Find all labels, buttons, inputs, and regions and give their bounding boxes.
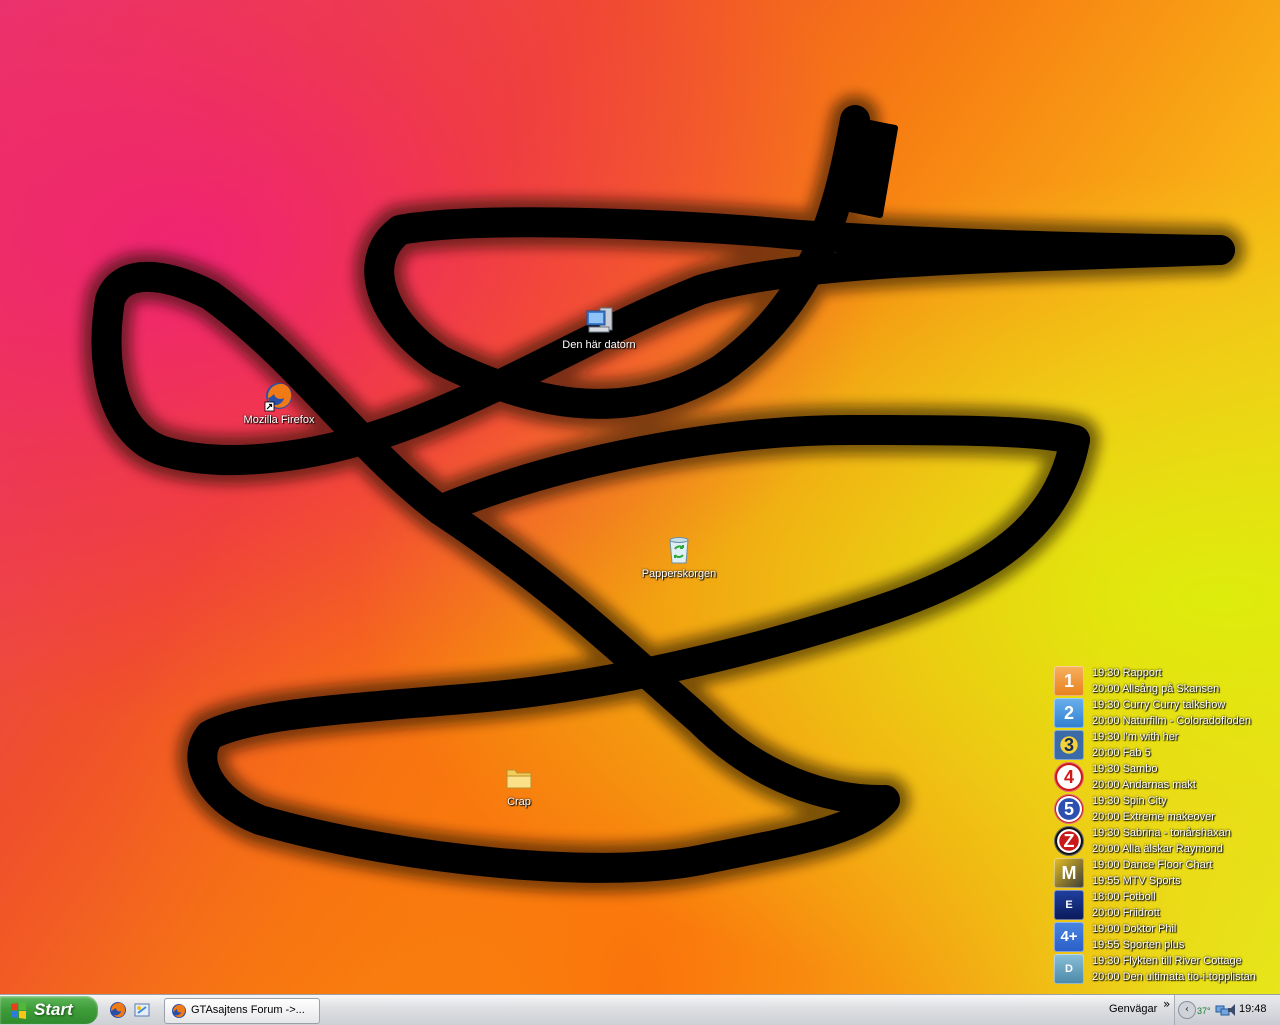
tv-program: 20:00 Fab 5 (1092, 747, 1151, 759)
start-button[interactable]: Start (0, 996, 98, 1024)
tv-program: 20:00 Friidrott (1092, 907, 1160, 919)
tv-guide-widget: 1 19:30 Rapport 20:00 Allsång på Skansen… (1054, 665, 1280, 985)
channel-logo-icon: E (1054, 890, 1084, 920)
shortcuts-toolbar-label[interactable]: Genvägar (1109, 1003, 1157, 1015)
channel-logo-icon: 4 (1054, 762, 1084, 792)
tv-program: 20:00 Andarnas makt (1092, 779, 1196, 791)
channel-logo-icon: Z (1054, 826, 1084, 856)
tv-channel[interactable]: 4+ 19:00 Doktor Phil 19:55 Sporten plus (1054, 921, 1280, 953)
tv-channel[interactable]: 4 19:30 Sambo 20:00 Andarnas makt (1054, 761, 1280, 793)
clock[interactable]: 19:48 (1239, 1003, 1267, 1015)
desktop-icon-my-computer[interactable]: Den här datorn (554, 305, 644, 351)
firefox-icon (172, 1004, 186, 1018)
tv-channel[interactable]: D 19:30 Flykten till River Cottage 20:00… (1054, 953, 1280, 985)
firefox-quicklaunch-icon[interactable] (109, 1001, 127, 1019)
tv-channel[interactable]: 2 19:30 Curry Curry talkshow 20:00 Natur… (1054, 697, 1280, 729)
tv-channel[interactable]: E 18:00 Fotboll 20:00 Friidrott (1054, 889, 1280, 921)
svg-text:37°: 37° (1197, 1006, 1211, 1016)
start-label: Start (34, 1000, 73, 1019)
channel-logo-icon: M (1054, 858, 1084, 888)
windows-logo-icon (11, 1002, 26, 1019)
taskbar-button-firefox-window[interactable]: GTAsajtens Forum ->... (164, 998, 320, 1024)
tv-program: 19:30 Spin City (1092, 795, 1167, 807)
tv-program: 20:00 Naturfilm - Coloradofloden (1092, 715, 1251, 727)
show-hidden-icons-button[interactable]: ‹ (1178, 1001, 1196, 1019)
tv-program: 19:00 Doktor Phil (1092, 923, 1177, 935)
desktop-icon-label: Crap (507, 796, 531, 808)
tv-program: 19:00 Dance Floor Chart (1092, 859, 1213, 871)
tv-channel[interactable]: 3 19:30 I'm with her 20:00 Fab 5 (1054, 729, 1280, 761)
tv-program: 19:30 Sambo (1092, 763, 1158, 775)
desktop[interactable]: Mozilla Firefox Den här datorn Pappersko… (0, 0, 1280, 994)
firefox-icon (263, 380, 295, 412)
temperature-tray-icon[interactable]: 37° (1197, 1002, 1213, 1018)
channel-logo-icon: D (1054, 954, 1084, 984)
recycle-bin-icon (663, 534, 695, 566)
tv-program: 20:00 Allsång på Skansen (1092, 683, 1220, 695)
volume-tray-icon[interactable] (1227, 1002, 1237, 1018)
channel-logo-icon: 1 (1054, 666, 1084, 696)
channel-logo-icon: 2 (1054, 698, 1084, 728)
tv-program: 19:30 Sabrina - tonårshäxan (1092, 827, 1231, 839)
desktop-icon-label: Mozilla Firefox (243, 414, 315, 426)
desktop-icon-label: Papperskorgen (641, 568, 717, 580)
channel-logo-icon: 5 (1054, 794, 1084, 824)
tv-program: 20:00 Extreme makeover (1092, 811, 1215, 823)
computer-icon (583, 305, 615, 337)
folder-icon (503, 762, 535, 794)
toolbar-chevron-icon[interactable]: » (1163, 997, 1170, 1011)
channel-logo-icon: 4+ (1054, 922, 1084, 952)
tv-channel[interactable]: 5 19:30 Spin City 20:00 Extreme makeover (1054, 793, 1280, 825)
tv-program: 19:55 MTV Sports (1092, 875, 1181, 887)
taskbar-button-label: GTAsajtens Forum ->... (191, 1004, 305, 1016)
taskbar: Start GTAsajtens Forum ->... Genvägar » … (0, 994, 1280, 1025)
desktop-icon-crap-folder[interactable]: Crap (474, 762, 564, 808)
tv-program: 18:00 Fotboll (1092, 891, 1156, 903)
tv-channel[interactable]: M 19:00 Dance Floor Chart 19:55 MTV Spor… (1054, 857, 1280, 889)
tv-program: 19:30 Rapport (1092, 667, 1162, 679)
desktop-icon-label: Den här datorn (562, 339, 636, 351)
tv-channel[interactable]: Z 19:30 Sabrina - tonårshäxan 20:00 Alla… (1054, 825, 1280, 857)
tv-program: 20:00 Den ultimata tio-i-topplistan (1092, 971, 1256, 983)
tv-channel[interactable]: 1 19:30 Rapport 20:00 Allsång på Skansen (1054, 665, 1280, 697)
system-tray: ‹ 37° 19:48 (1174, 995, 1280, 1025)
tv-program: 19:30 I'm with her (1092, 731, 1179, 743)
tv-program: 19:30 Flykten till River Cottage (1092, 955, 1242, 967)
channel-logo-icon: 3 (1054, 730, 1084, 760)
tv-program: 19:55 Sporten plus (1092, 939, 1185, 951)
desktop-icon-firefox[interactable]: Mozilla Firefox (234, 380, 324, 426)
tv-program: 19:30 Curry Curry talkshow (1092, 699, 1226, 711)
show-desktop-icon[interactable] (133, 1001, 151, 1019)
tv-program: 20:00 Alla älskar Raymond (1092, 843, 1223, 855)
desktop-icon-recycle-bin[interactable]: Papperskorgen (634, 534, 724, 580)
